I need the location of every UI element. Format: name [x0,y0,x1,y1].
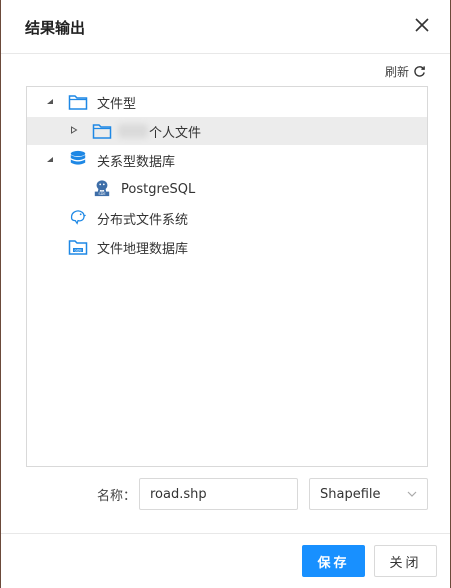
tree-node-postgresql[interactable]: SDE PostgreSQL [27,175,427,203]
tree-node-label: 关系型数据库 [97,154,176,170]
caret-expanded-icon[interactable] [46,98,54,106]
caret-collapsed-icon[interactable] [70,126,78,134]
close-button[interactable]: 关闭 [374,545,437,577]
refresh-label: 刷新 [384,65,409,79]
format-select[interactable]: Shapefile [309,478,428,510]
dialog-title: 结果输出 [25,19,86,37]
save-button[interactable]: 保存 [302,545,365,577]
tree-node-relational-db[interactable]: 关系型数据库 [27,146,427,174]
tree-node-label: 文件地理数据库 [97,241,189,257]
caret-expanded-icon[interactable] [46,156,54,164]
tree-node-distributed-fs[interactable]: 分布式文件系统 [27,204,427,232]
folder-icon [68,95,88,110]
gdb-folder-icon: GDB [68,240,88,255]
name-input[interactable] [139,478,298,510]
chevron-down-icon [407,491,417,497]
tree-node-file-type[interactable]: 文件型 [27,88,427,116]
result-output-dialog: 结果输出 刷新 文件型 个人文件 关系型数据库 SDE PostgreSQL 分… [0,0,451,588]
tree-node-label: 文件型 [97,96,137,112]
refresh-icon [414,66,425,77]
redacted-username [118,124,148,138]
postgresql-icon: SDE [94,180,110,196]
svg-text:GDB: GDB [74,248,81,252]
tree-node-label: 分布式文件系统 [97,212,189,228]
close-icon[interactable] [414,17,430,33]
format-select-value: Shapefile [320,486,381,502]
dialog-header: 结果输出 [1,0,450,54]
data-source-tree: 文件型 个人文件 关系型数据库 SDE PostgreSQL 分布式文件系统 G… [26,86,428,467]
folder-icon [92,124,112,139]
tree-node-personal-files[interactable]: 个人文件 [27,117,427,145]
refresh-button[interactable]: 刷新 [385,63,426,80]
svg-text:SDE: SDE [98,192,106,196]
database-icon [70,150,86,165]
hadoop-icon [70,210,86,225]
tree-node-file-gdb[interactable]: GDB 文件地理数据库 [27,233,427,261]
tree-node-label: 个人文件 [149,125,202,141]
name-field-label: 名称： [97,489,137,504]
tree-node-label: PostgreSQL [121,181,196,197]
